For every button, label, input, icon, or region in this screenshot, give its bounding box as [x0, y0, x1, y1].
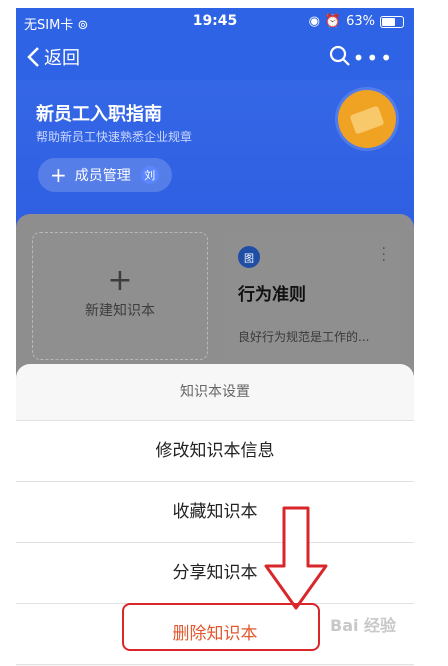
member-button-label: 成员管理: [74, 168, 131, 184]
favorite-knowledge-button[interactable]: 收藏知识本: [16, 482, 414, 543]
new-knowledge-label: 新建知识本: [85, 303, 155, 319]
edit-knowledge-info-button[interactable]: 修改知识本信息: [16, 421, 414, 482]
member-management-button[interactable]: + 成员管理 刘: [38, 158, 172, 192]
watermark-logo: Bai 经验: [330, 616, 397, 635]
knowledge-card-rules[interactable]: 图 · · · 行为准则 良好行为规范是工作的...: [224, 232, 400, 358]
avatar: 刘: [140, 166, 159, 184]
battery-percent: 63%: [346, 14, 375, 29]
battery-icon: [380, 15, 404, 28]
card-title: 行为准则: [238, 285, 306, 305]
header-banner: 新员工入职指南 帮助新员工快速熟悉企业规章 + 成员管理 刘: [16, 80, 414, 222]
back-button[interactable]: 返回: [26, 44, 80, 70]
down-arrow-annotation: [264, 506, 328, 610]
page-title: 新员工入职指南: [36, 104, 162, 125]
plus-icon: +: [50, 163, 67, 187]
share-knowledge-button[interactable]: 分享知识本: [16, 543, 414, 604]
cover-illustration: [338, 90, 396, 148]
back-label: 返回: [44, 48, 80, 69]
card-more-icon[interactable]: · · ·: [382, 242, 386, 268]
search-icon[interactable]: [328, 44, 352, 72]
page-subtitle: 帮助新员工快速熟悉企业规章: [36, 130, 193, 144]
status-bar: 无SIM卡 ⊚ 19:45 ◉ ⏰ 63%: [16, 8, 414, 36]
card-description: 良好行为规范是工作的...: [238, 330, 370, 344]
alarm-icon: ⏰: [324, 14, 342, 29]
status-right: ◉ ⏰ 63%: [309, 14, 404, 29]
new-knowledge-card[interactable]: + 新建知识本: [32, 232, 208, 360]
plus-icon: +: [107, 263, 133, 298]
lock-rotation-icon: ◉: [308, 14, 320, 29]
phone-screen: 无SIM卡 ⊚ 19:45 ◉ ⏰ 63% 返回 ••• 新员工入职指南 帮助新…: [16, 8, 414, 666]
card-type-icon: 图: [238, 246, 260, 268]
nav-bar: 返回 •••: [16, 38, 414, 78]
more-icon[interactable]: •••: [353, 46, 394, 70]
highlight-box: [122, 603, 320, 651]
sheet-title: 知识本设置: [16, 364, 414, 421]
chevron-left-icon: [27, 47, 39, 67]
